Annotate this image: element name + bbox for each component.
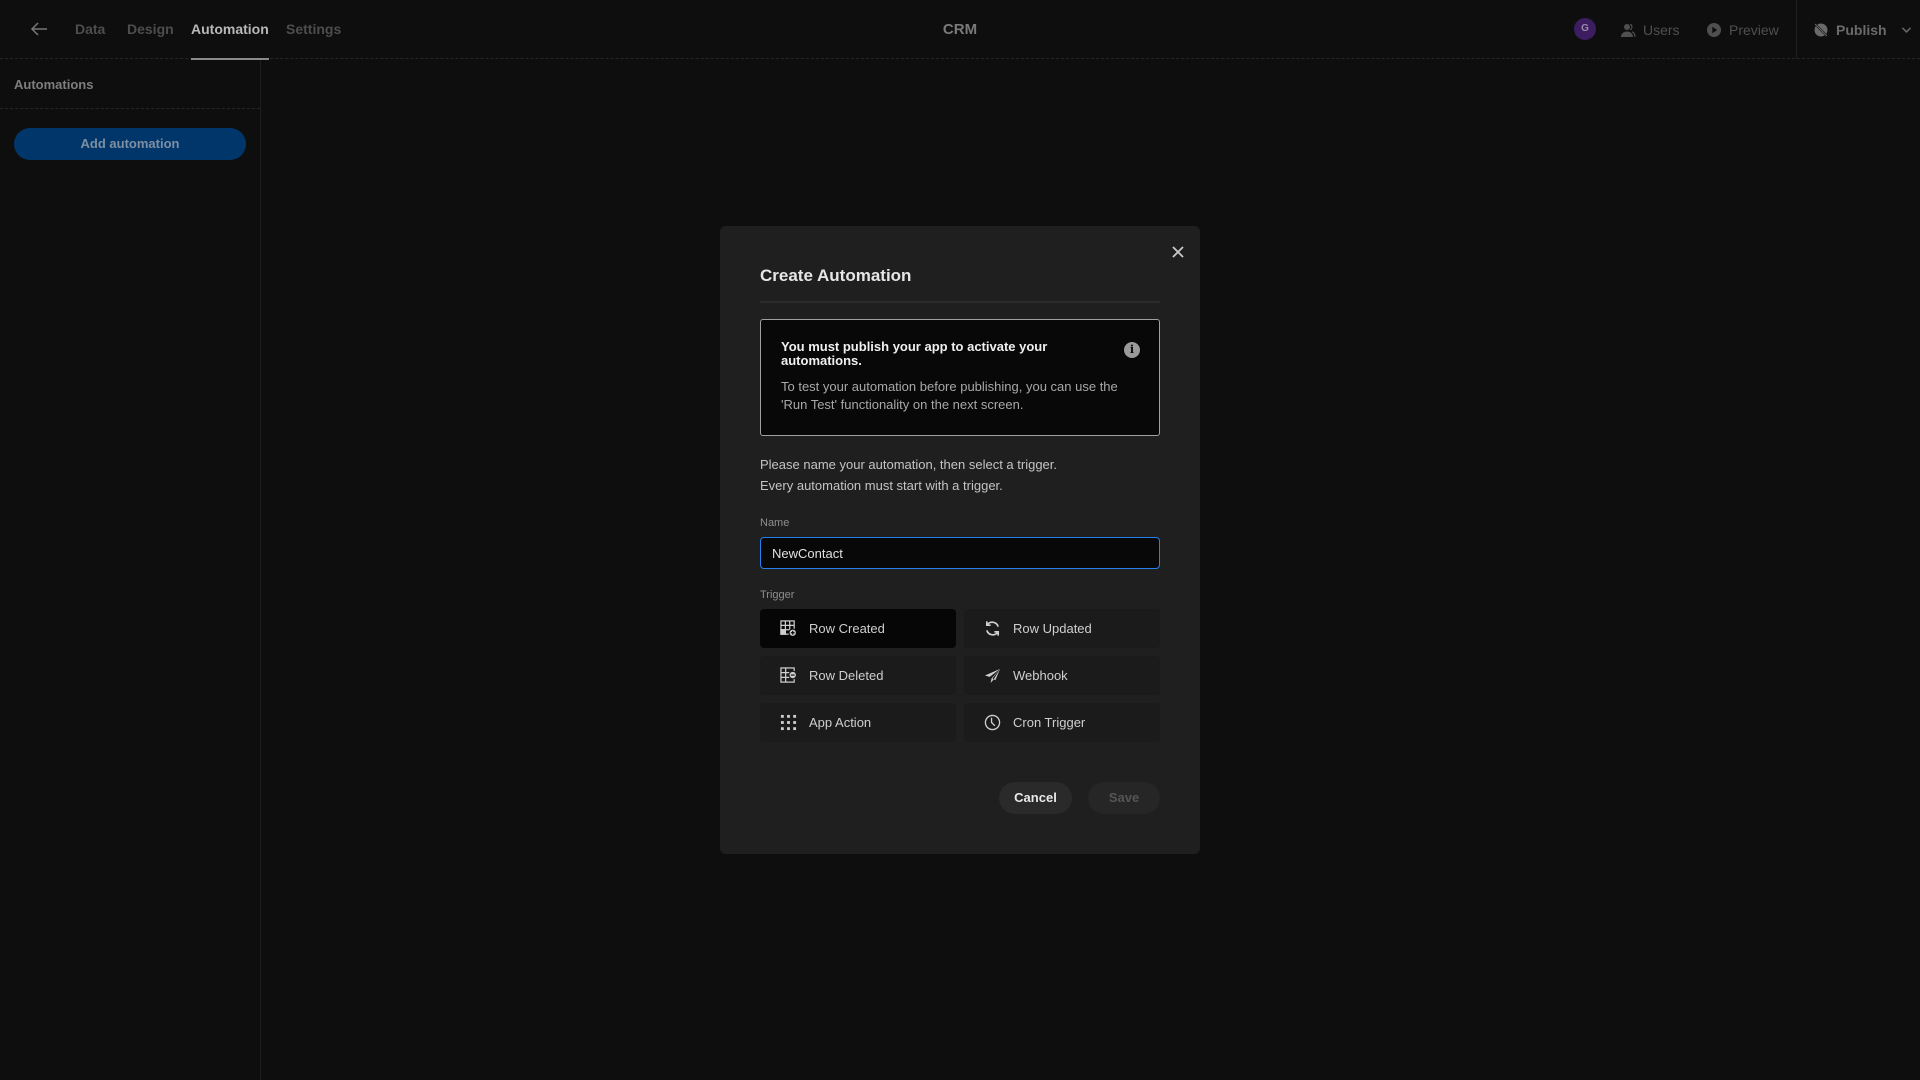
tab-data[interactable]: Data xyxy=(75,0,105,59)
dots-grid-icon xyxy=(780,714,797,731)
users-button[interactable]: Users xyxy=(1620,0,1680,59)
top-bar: Data Design Automation Settings CRM G Us… xyxy=(0,0,1920,60)
users-label: Users xyxy=(1643,21,1680,38)
trigger-row-deleted[interactable]: Row Deleted xyxy=(760,656,956,695)
info-body: To test your automation before publishin… xyxy=(781,379,1118,412)
trigger-label-text: App Action xyxy=(809,715,872,730)
refresh-icon xyxy=(985,621,1000,636)
send-icon xyxy=(984,668,1001,684)
preview-label: Preview xyxy=(1729,21,1779,38)
preview-button[interactable]: Preview xyxy=(1706,0,1779,59)
add-automation-button[interactable]: Add automation xyxy=(14,128,246,160)
publish-button[interactable]: Publish xyxy=(1813,0,1913,59)
trigger-label-text: Row Created xyxy=(809,621,885,636)
save-button[interactable]: Save xyxy=(1088,782,1160,814)
trigger-row-updated[interactable]: Row Updated xyxy=(964,609,1160,648)
cancel-button[interactable]: Cancel xyxy=(999,782,1072,814)
table-row-add-icon xyxy=(780,620,797,637)
tab-automation[interactable]: Automation xyxy=(191,0,269,60)
name-label: Name xyxy=(760,517,790,529)
sidebar: Automations Add automation xyxy=(0,60,261,1080)
tab-settings[interactable]: Settings xyxy=(286,0,341,59)
chevron-down-icon[interactable] xyxy=(1900,23,1913,36)
globe-off-icon xyxy=(1814,22,1828,37)
sidebar-heading: Automations xyxy=(0,60,260,109)
divider xyxy=(760,301,1160,303)
close-icon[interactable] xyxy=(1168,242,1188,262)
tab-design[interactable]: Design xyxy=(127,0,174,59)
trigger-label-text: Row Updated xyxy=(1013,621,1092,636)
trigger-label-text: Cron Trigger xyxy=(1013,715,1086,730)
trigger-app-action[interactable]: App Action xyxy=(760,703,956,742)
publish-label: Publish xyxy=(1836,21,1887,38)
info-title: You must publish your app to activate yo… xyxy=(781,339,1048,368)
name-input[interactable] xyxy=(760,537,1160,569)
table-row-remove-icon xyxy=(780,667,797,683)
create-automation-modal: Create Automation You must publish your … xyxy=(720,226,1200,854)
trigger-label: Trigger xyxy=(760,589,795,601)
modal-title: Create Automation xyxy=(760,266,912,285)
avatar[interactable]: G xyxy=(1574,18,1596,40)
description-line: Every automation must start with a trigg… xyxy=(760,478,1003,493)
trigger-row-created[interactable]: Row Created xyxy=(760,609,956,648)
modal-description: Please name your automation, then select… xyxy=(760,454,1057,496)
arrow-left-icon[interactable] xyxy=(27,17,51,41)
user-group-icon xyxy=(1621,23,1636,37)
trigger-label-text: Row Deleted xyxy=(809,668,884,683)
play-circle-icon xyxy=(1707,22,1721,37)
trigger-cron[interactable]: Cron Trigger xyxy=(964,703,1160,742)
publish-info-box: You must publish your app to activate yo… xyxy=(760,319,1160,436)
trigger-label-text: Webhook xyxy=(1013,668,1068,683)
info-icon: i xyxy=(1124,342,1140,358)
description-line: Please name your automation, then select… xyxy=(760,457,1058,472)
divider xyxy=(1796,0,1797,59)
trigger-webhook[interactable]: Webhook xyxy=(964,656,1160,695)
clock-icon xyxy=(984,714,1001,731)
